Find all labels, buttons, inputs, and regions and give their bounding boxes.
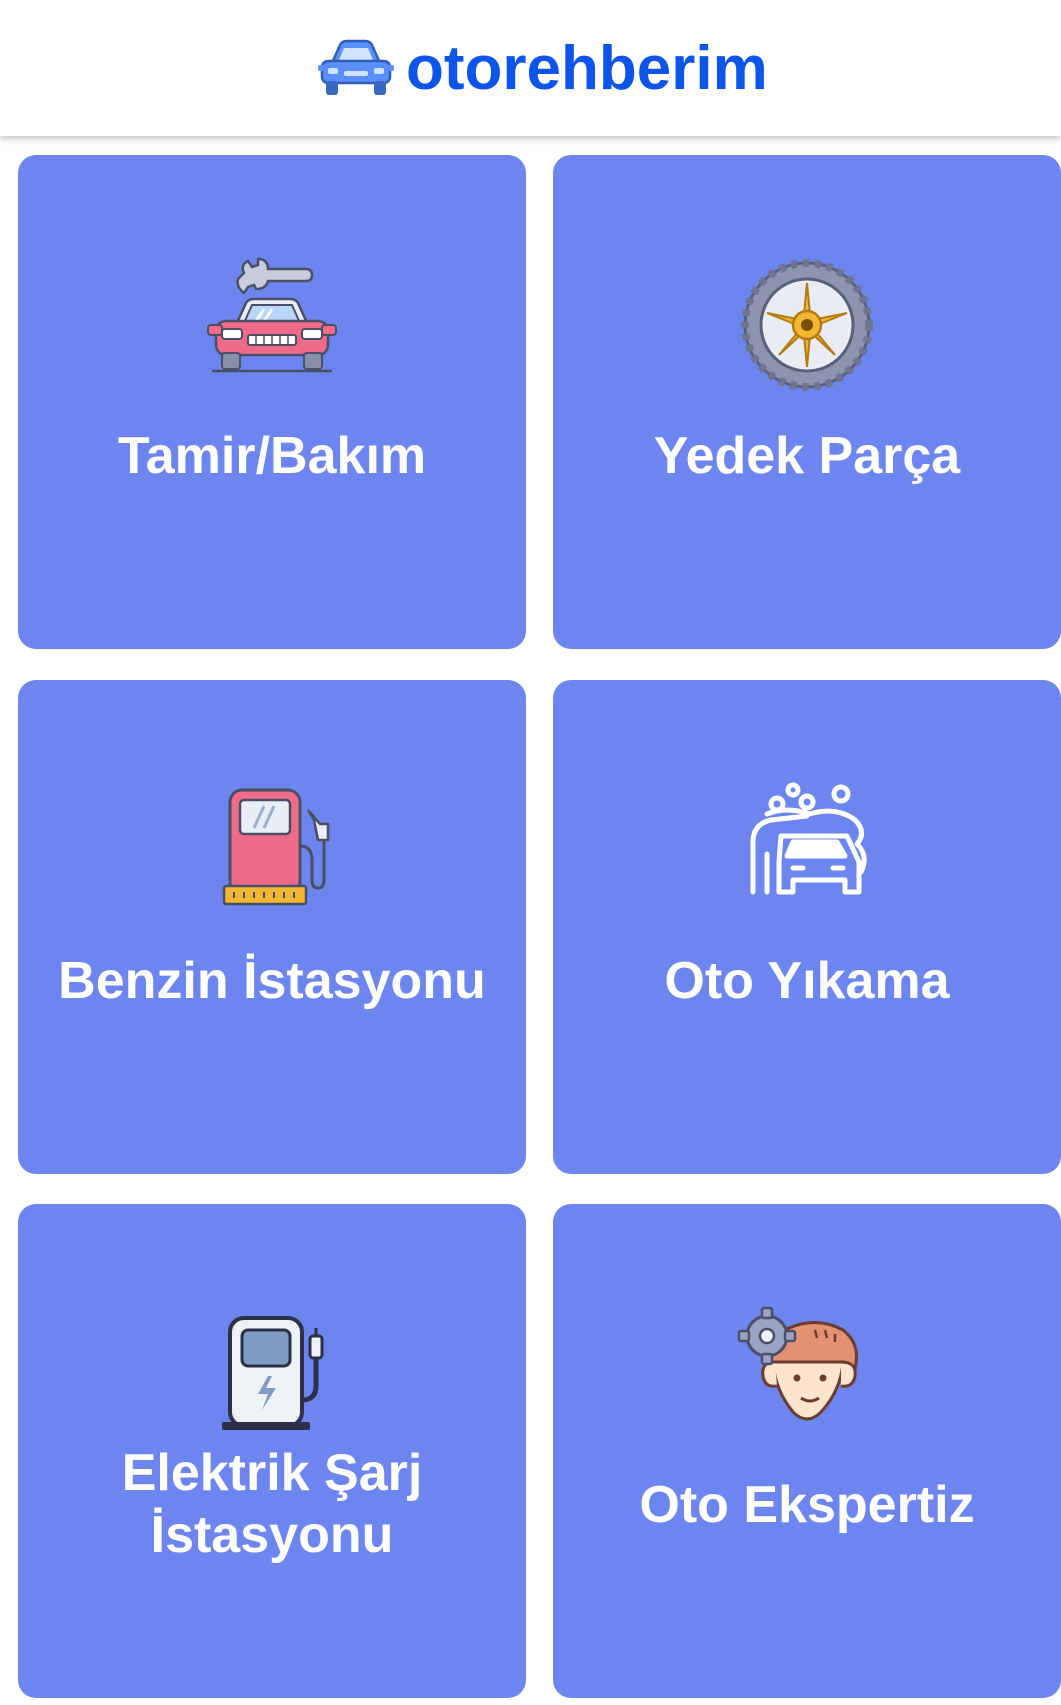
expert-gear-head-icon — [737, 1306, 858, 1421]
tile-label: Tamir/Bakım — [117, 427, 427, 485]
tile-yedek-parca[interactable]: Yedek Parça — [553, 155, 1061, 649]
brand-name: otorehberim — [406, 33, 768, 103]
car-wash-icon — [750, 782, 867, 895]
tire-icon — [741, 259, 873, 391]
tile-label: Elektrik Şarj İstasyonu — [38, 1442, 506, 1566]
tile-oto-ekspertiz[interactable]: Oto Ekspertiz — [553, 1204, 1061, 1698]
tile-label: Oto Ekspertiz — [639, 1476, 975, 1534]
app-header: otorehberim — [0, 0, 1061, 136]
category-grid: Tamir/Bakım Yedek Parça Benzin İstasyonu… — [0, 136, 1061, 1705]
tile-elektrik-sarj-istasyonu[interactable]: Elektrik Şarj İstasyonu — [18, 1204, 526, 1698]
tile-label: Oto Yıkama — [664, 952, 950, 1010]
brand-logo[interactable]: otorehberim — [318, 30, 768, 106]
tile-benzin-istasyonu[interactable]: Benzin İstasyonu — [18, 680, 526, 1174]
tile-tamir-bakim[interactable]: Tamir/Bakım — [18, 155, 526, 649]
fuel-pump-icon — [222, 788, 330, 906]
tile-label-line-1: Elektrik Şarj — [121, 1444, 423, 1502]
car-icon — [318, 39, 394, 95]
tile-label-line-2: İstasyonu — [150, 1506, 394, 1564]
ev-charger-icon — [222, 1316, 324, 1430]
car-repair-icon — [207, 257, 337, 373]
tile-label: Yedek Parça — [653, 427, 961, 485]
tile-oto-yikama[interactable]: Oto Yıkama — [553, 680, 1061, 1174]
tile-label: Benzin İstasyonu — [58, 952, 486, 1010]
